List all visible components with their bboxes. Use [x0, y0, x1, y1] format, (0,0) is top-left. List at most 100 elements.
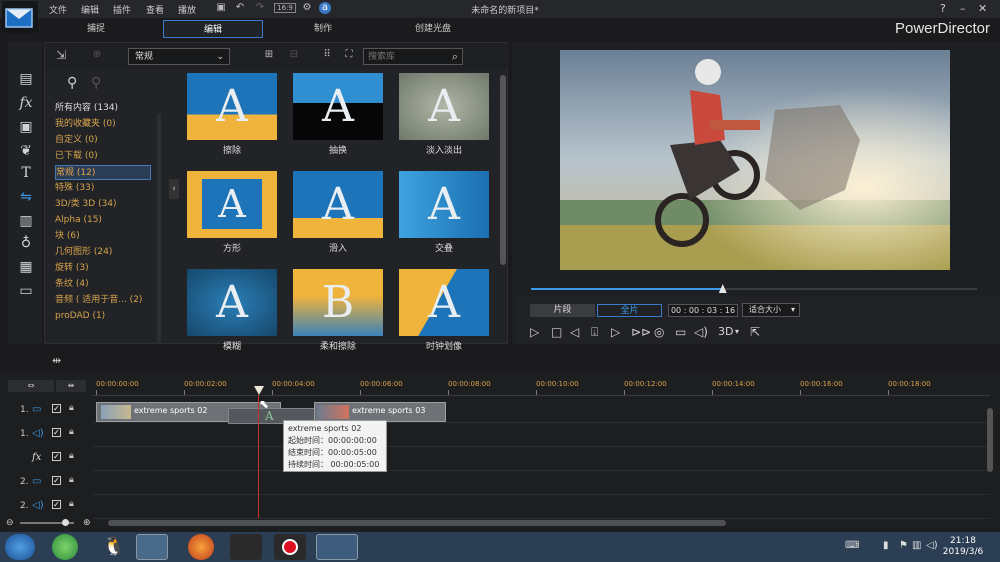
- system-clock[interactable]: 21:18 2019/3/6: [938, 536, 988, 558]
- track-enable-checkbox[interactable]: ✓: [52, 428, 61, 437]
- fit-size-dropdown[interactable]: 适合大小 ▾: [742, 303, 800, 317]
- category-item[interactable]: 已下载 (0): [55, 149, 98, 164]
- category-item[interactable]: Alpha (15): [55, 213, 102, 228]
- menu-edit[interactable]: 编辑: [81, 3, 99, 16]
- timeline-fit-icon[interactable]: ⇹: [52, 354, 61, 367]
- category-dropdown[interactable]: 常规 ⌄: [128, 48, 230, 65]
- menu-playback[interactable]: 播放: [178, 3, 196, 16]
- lock-icon[interactable]: 🔒︎: [69, 403, 74, 413]
- transition-thumb[interactable]: A: [399, 269, 489, 336]
- category-item[interactable]: 特殊 (33): [55, 181, 94, 196]
- download-icon[interactable]: ⊕: [91, 49, 103, 61]
- qq-app-icon[interactable]: 🐧: [98, 534, 130, 560]
- lock-icon[interactable]: 🔒︎: [69, 499, 74, 509]
- category-item[interactable]: 所有内容 (134): [55, 101, 118, 116]
- lock-icon[interactable]: 🔒︎: [69, 475, 74, 485]
- timeline-ruler[interactable]: 00:00:00:00 00:00:02:00 00:00:04:00 00:00:0…: [92, 377, 990, 396]
- category-item[interactable]: 旋转 (3): [55, 261, 89, 276]
- subtitle-icon[interactable]: ▭: [675, 325, 686, 339]
- fast-forward-icon[interactable]: ⊳⊳: [631, 325, 651, 339]
- audio-mixing-icon[interactable]: ▥: [17, 212, 35, 230]
- title-room-icon[interactable]: T: [17, 164, 35, 182]
- category-item[interactable]: 条纹 (4): [55, 277, 89, 292]
- tab-create-disc[interactable]: 创建光盘: [383, 20, 483, 38]
- settings-icon[interactable]: ⚙: [301, 2, 313, 14]
- snapshot-icon[interactable]: ◎: [654, 325, 664, 339]
- category-item[interactable]: 块 (6): [55, 229, 80, 244]
- undock-preview-icon[interactable]: ⇱: [750, 325, 760, 339]
- transition-thumb[interactable]: B: [293, 269, 383, 336]
- library-scrollbar[interactable]: [500, 75, 506, 265]
- category-item[interactable]: 常规 (12): [55, 165, 151, 180]
- track-enable-checkbox[interactable]: ✓: [52, 476, 61, 485]
- timeline-horizontal-scrollbar[interactable]: [108, 520, 726, 526]
- firefox-icon[interactable]: [188, 534, 214, 560]
- flag-icon[interactable]: ⚑: [899, 540, 908, 551]
- network-icon[interactable]: ▥: [912, 540, 921, 551]
- search-input[interactable]: [364, 49, 464, 64]
- redo-icon[interactable]: ↷: [254, 2, 266, 14]
- menu-plugins[interactable]: 插件: [113, 3, 131, 16]
- timeline-vertical-scrollbar[interactable]: [987, 408, 993, 472]
- volume-icon[interactable]: ◁): [694, 325, 708, 339]
- timecode-display[interactable]: 00 : 00 : 03 : 16: [668, 304, 738, 317]
- transition-thumb[interactable]: A: [399, 171, 489, 238]
- search-icon[interactable]: ⌕: [452, 50, 458, 64]
- add-to-timeline-icon[interactable]: ⊞: [263, 49, 275, 61]
- 3d-mode-toggle[interactable]: 3D: [718, 325, 733, 338]
- category-item[interactable]: proDAD (1): [55, 309, 105, 324]
- subtitle-room-icon[interactable]: ▭: [17, 282, 35, 300]
- mark-icon[interactable]: ⍗: [591, 325, 598, 340]
- zoom-slider-handle[interactable]: [62, 519, 69, 526]
- lock-icon[interactable]: 🔒︎: [69, 451, 74, 461]
- category-item[interactable]: 几何图形 (24): [55, 245, 112, 260]
- import-icon[interactable]: ⇲: [55, 49, 67, 61]
- start-button[interactable]: [5, 534, 35, 560]
- file-explorer-icon[interactable]: [136, 534, 168, 560]
- speaker-icon[interactable]: ◁): [926, 540, 938, 551]
- fullscreen-icon[interactable]: ⛶: [343, 49, 355, 61]
- clip-mode-button[interactable]: 片段: [530, 304, 595, 317]
- zoom-out-icon[interactable]: ⊖: [6, 518, 14, 528]
- transition-thumb[interactable]: A: [187, 171, 277, 238]
- transition-thumb[interactable]: A: [293, 171, 383, 238]
- aspect-ratio-icon[interactable]: 16:9: [274, 3, 296, 13]
- remove-icon[interactable]: ⊟: [288, 49, 300, 61]
- 3d-dropdown-icon[interactable]: ▾: [735, 327, 739, 336]
- collapse-panel-button[interactable]: ‹: [169, 179, 179, 199]
- pip-room-icon[interactable]: ▣: [17, 118, 35, 136]
- transition-thumb[interactable]: A: [187, 73, 277, 140]
- transition-thumb[interactable]: A: [293, 73, 383, 140]
- recorder-app-icon[interactable]: [274, 534, 306, 560]
- track-enable-checkbox[interactable]: ✓: [52, 500, 61, 509]
- track-manager-icon[interactable]: ⇔: [8, 380, 54, 392]
- category-item[interactable]: 我的收藏夹 (0): [55, 117, 116, 132]
- 360-app-icon[interactable]: [52, 534, 78, 560]
- chapter-room-icon[interactable]: ▦: [17, 258, 35, 276]
- account-icon[interactable]: a: [319, 2, 331, 14]
- save-icon[interactable]: ▣: [215, 2, 227, 14]
- device-icon[interactable]: ▮: [883, 540, 889, 551]
- tab-capture[interactable]: 捕捉: [46, 20, 146, 38]
- next-frame-icon[interactable]: ▷: [611, 325, 620, 339]
- menu-view[interactable]: 查看: [146, 3, 164, 16]
- grid-view-icon[interactable]: ⠿: [321, 49, 333, 61]
- fx-room-icon[interactable]: fx: [17, 94, 35, 112]
- category-item[interactable]: 自定义 (0): [55, 133, 98, 148]
- transition-thumb[interactable]: A: [399, 73, 489, 140]
- close-button[interactable]: ✕: [978, 2, 987, 15]
- powerdirector-taskbar-icon[interactable]: [316, 534, 358, 560]
- tab-edit[interactable]: 编辑: [163, 20, 263, 38]
- track-enable-checkbox[interactable]: ✓: [52, 452, 61, 461]
- media-room-icon[interactable]: ▤: [17, 70, 35, 88]
- tab-produce[interactable]: 制作: [273, 20, 373, 38]
- transition-thumb[interactable]: A: [187, 269, 277, 336]
- help-button[interactable]: ?: [940, 2, 946, 15]
- voice-over-icon[interactable]: ♁: [17, 234, 35, 252]
- transition-room-icon[interactable]: ⇋: [17, 188, 35, 206]
- category-item[interactable]: 音频 ( 适用于音... (2): [55, 293, 142, 308]
- zoom-in-icon[interactable]: ⊕: [83, 518, 91, 528]
- lock-icon[interactable]: 🔒︎: [69, 427, 74, 437]
- category-scrollbar[interactable]: [157, 113, 161, 343]
- play-icon[interactable]: ▷: [530, 325, 539, 339]
